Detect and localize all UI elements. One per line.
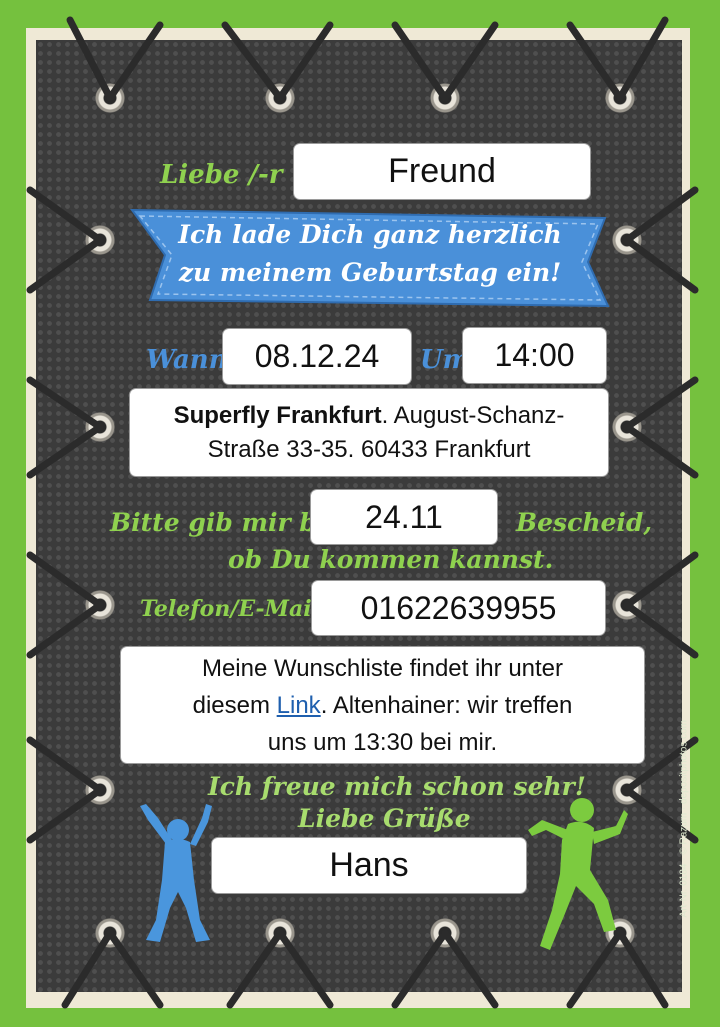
rsvp-label-after: Bescheid, (516, 508, 653, 537)
when-label: Wann (146, 345, 228, 375)
wishlist-text-diesem: diesem (192, 691, 277, 719)
wishlist-line-1: Meine Wunschliste findet ihr unter (201, 654, 564, 682)
credit-text: Art-Nr. 0184 · © Razum · depositphotos.c… (678, 720, 689, 918)
closing-line-2: Liebe Grüße (298, 804, 471, 833)
green-jumper-silhouette (528, 798, 628, 950)
banner-text: Ich lade Dich ganz herzlich zu meinem Ge… (150, 216, 590, 292)
banner-line-2: zu meinem Geburtstag ein! (178, 258, 562, 287)
location-field[interactable]: Superfly Frankfurt. August-Schanz- Straß… (129, 388, 609, 477)
banner-line-1: Ich lade Dich ganz herzlich (178, 220, 562, 249)
contact-label: Telefon/E-Mail (140, 596, 320, 622)
signature-field[interactable]: Hans (211, 837, 527, 894)
rsvp-line-2: ob Du kommen kannst. (228, 545, 554, 574)
wishlist-line-3: uns um 13:30 bei mir. (267, 728, 498, 756)
rsvp-label-before: Bitte gib mir bis (110, 508, 341, 537)
wishlist-text-after: . Altenhainer: wir treffen (320, 691, 573, 719)
invitation-card: Liebe /-r Freund Ich lade Dich ganz herz… (0, 0, 720, 1027)
address-line-2: Straße 33-35. 60433 Frankfurt (207, 435, 531, 463)
wishlist-link[interactable]: Link (277, 692, 321, 719)
contact-field[interactable]: 01622639955 (311, 580, 606, 636)
wishlist-line-2: diesem Link. Altenhainer: wir treffen (193, 687, 573, 724)
rsvp-deadline-field[interactable]: 24.11 (310, 489, 498, 545)
address-part-1: . August-Schanz- (381, 401, 565, 429)
time-field[interactable]: 14:00 (462, 327, 607, 384)
date-field[interactable]: 08.12.24 (222, 328, 412, 385)
blue-jumper-silhouette (140, 804, 212, 942)
wishlist-field[interactable]: Meine Wunschliste findet ihr unter diese… (120, 646, 645, 764)
location-line-1: Superfly Frankfurt. August-Schanz- (174, 399, 565, 433)
venue-name: Superfly Frankfurt (173, 401, 382, 429)
